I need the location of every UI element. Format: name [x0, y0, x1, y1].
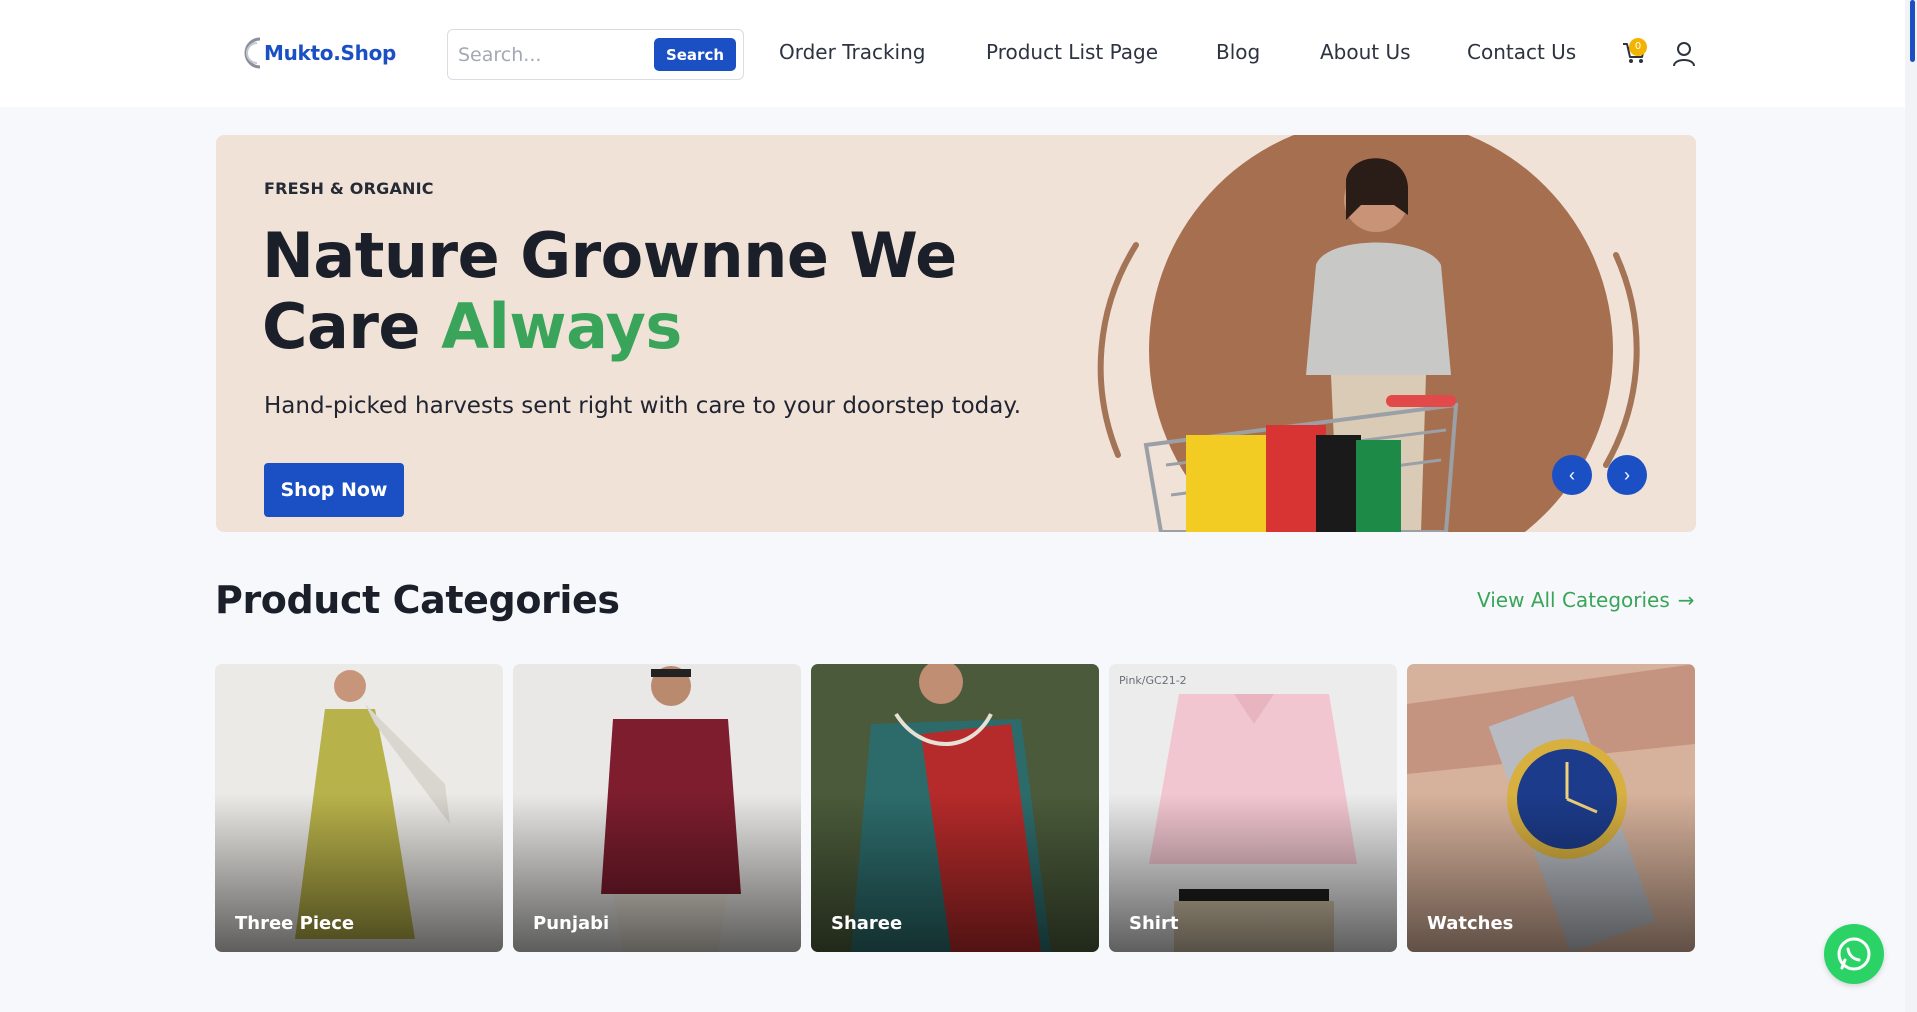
shop-now-button[interactable]: Shop Now	[264, 463, 404, 517]
whatsapp-icon	[1837, 937, 1871, 971]
scrollbar[interactable]	[1905, 0, 1917, 1012]
hero-kicker: FRESH & ORGANIC	[264, 179, 434, 198]
slider-next-button[interactable]: ›	[1607, 455, 1647, 495]
search-button[interactable]: Search	[654, 38, 736, 71]
logo-text: Mukto.Shop	[264, 41, 397, 65]
view-all-categories-link[interactable]: View All Categories →	[1477, 588, 1695, 612]
sharee-image	[811, 664, 1099, 952]
hero-image	[1097, 135, 1640, 532]
shirt-image	[1109, 664, 1397, 952]
site-header: Mukto.Shop Search Order Tracking Product…	[0, 0, 1905, 107]
search-input[interactable]	[458, 40, 648, 70]
hero-title-line2: Care	[262, 290, 420, 363]
category-label: Three Piece	[235, 913, 355, 934]
hero-title-line1: Nature Grownne We	[262, 219, 957, 292]
hero-title: Nature Grownne We Care Always	[262, 220, 1022, 362]
search-bar: Search	[447, 29, 744, 80]
category-card-watches[interactable]: Watches	[1407, 664, 1695, 952]
slider-prev-button[interactable]: ‹	[1552, 455, 1592, 495]
punjabi-image	[513, 664, 801, 952]
nav-order-tracking[interactable]: Order Tracking	[779, 40, 925, 64]
hero-title-accent: Always	[441, 290, 682, 363]
nav-blog[interactable]: Blog	[1216, 40, 1260, 64]
cart-count-badge: 0	[1629, 38, 1647, 56]
hero-banner: FRESH & ORGANIC Nature Grownne We Care A…	[216, 135, 1696, 532]
category-label: Watches	[1427, 913, 1514, 934]
watch-image	[1407, 664, 1695, 952]
category-label: Shirt	[1129, 913, 1179, 934]
three-piece-image	[215, 664, 503, 952]
category-label: Sharee	[831, 913, 903, 934]
category-label: Punjabi	[533, 913, 610, 934]
whatsapp-button[interactable]	[1824, 924, 1884, 984]
category-card-punjabi[interactable]: Punjabi	[513, 664, 801, 952]
logo[interactable]: Mukto.Shop	[240, 32, 396, 74]
view-all-label: View All Categories	[1477, 588, 1670, 612]
category-card-three-piece[interactable]: Three Piece	[215, 664, 503, 952]
nav-product-list-page[interactable]: Product List Page	[986, 40, 1158, 64]
category-card-sharee[interactable]: Sharee	[811, 664, 1099, 952]
scrollbar-thumb[interactable]	[1910, 0, 1915, 62]
product-code-tag: Pink/GC21-2	[1119, 674, 1187, 687]
nav-contact-us[interactable]: Contact Us	[1467, 40, 1576, 64]
user-icon[interactable]	[1672, 41, 1696, 67]
nav-about-us[interactable]: About Us	[1320, 40, 1411, 64]
categories-title: Product Categories	[215, 578, 620, 622]
category-card-shirt[interactable]: Pink/GC21-2 Shirt	[1109, 664, 1397, 952]
arrow-right-icon: →	[1677, 588, 1695, 612]
hero-subtitle: Hand-picked harvests sent right with car…	[264, 393, 1022, 419]
